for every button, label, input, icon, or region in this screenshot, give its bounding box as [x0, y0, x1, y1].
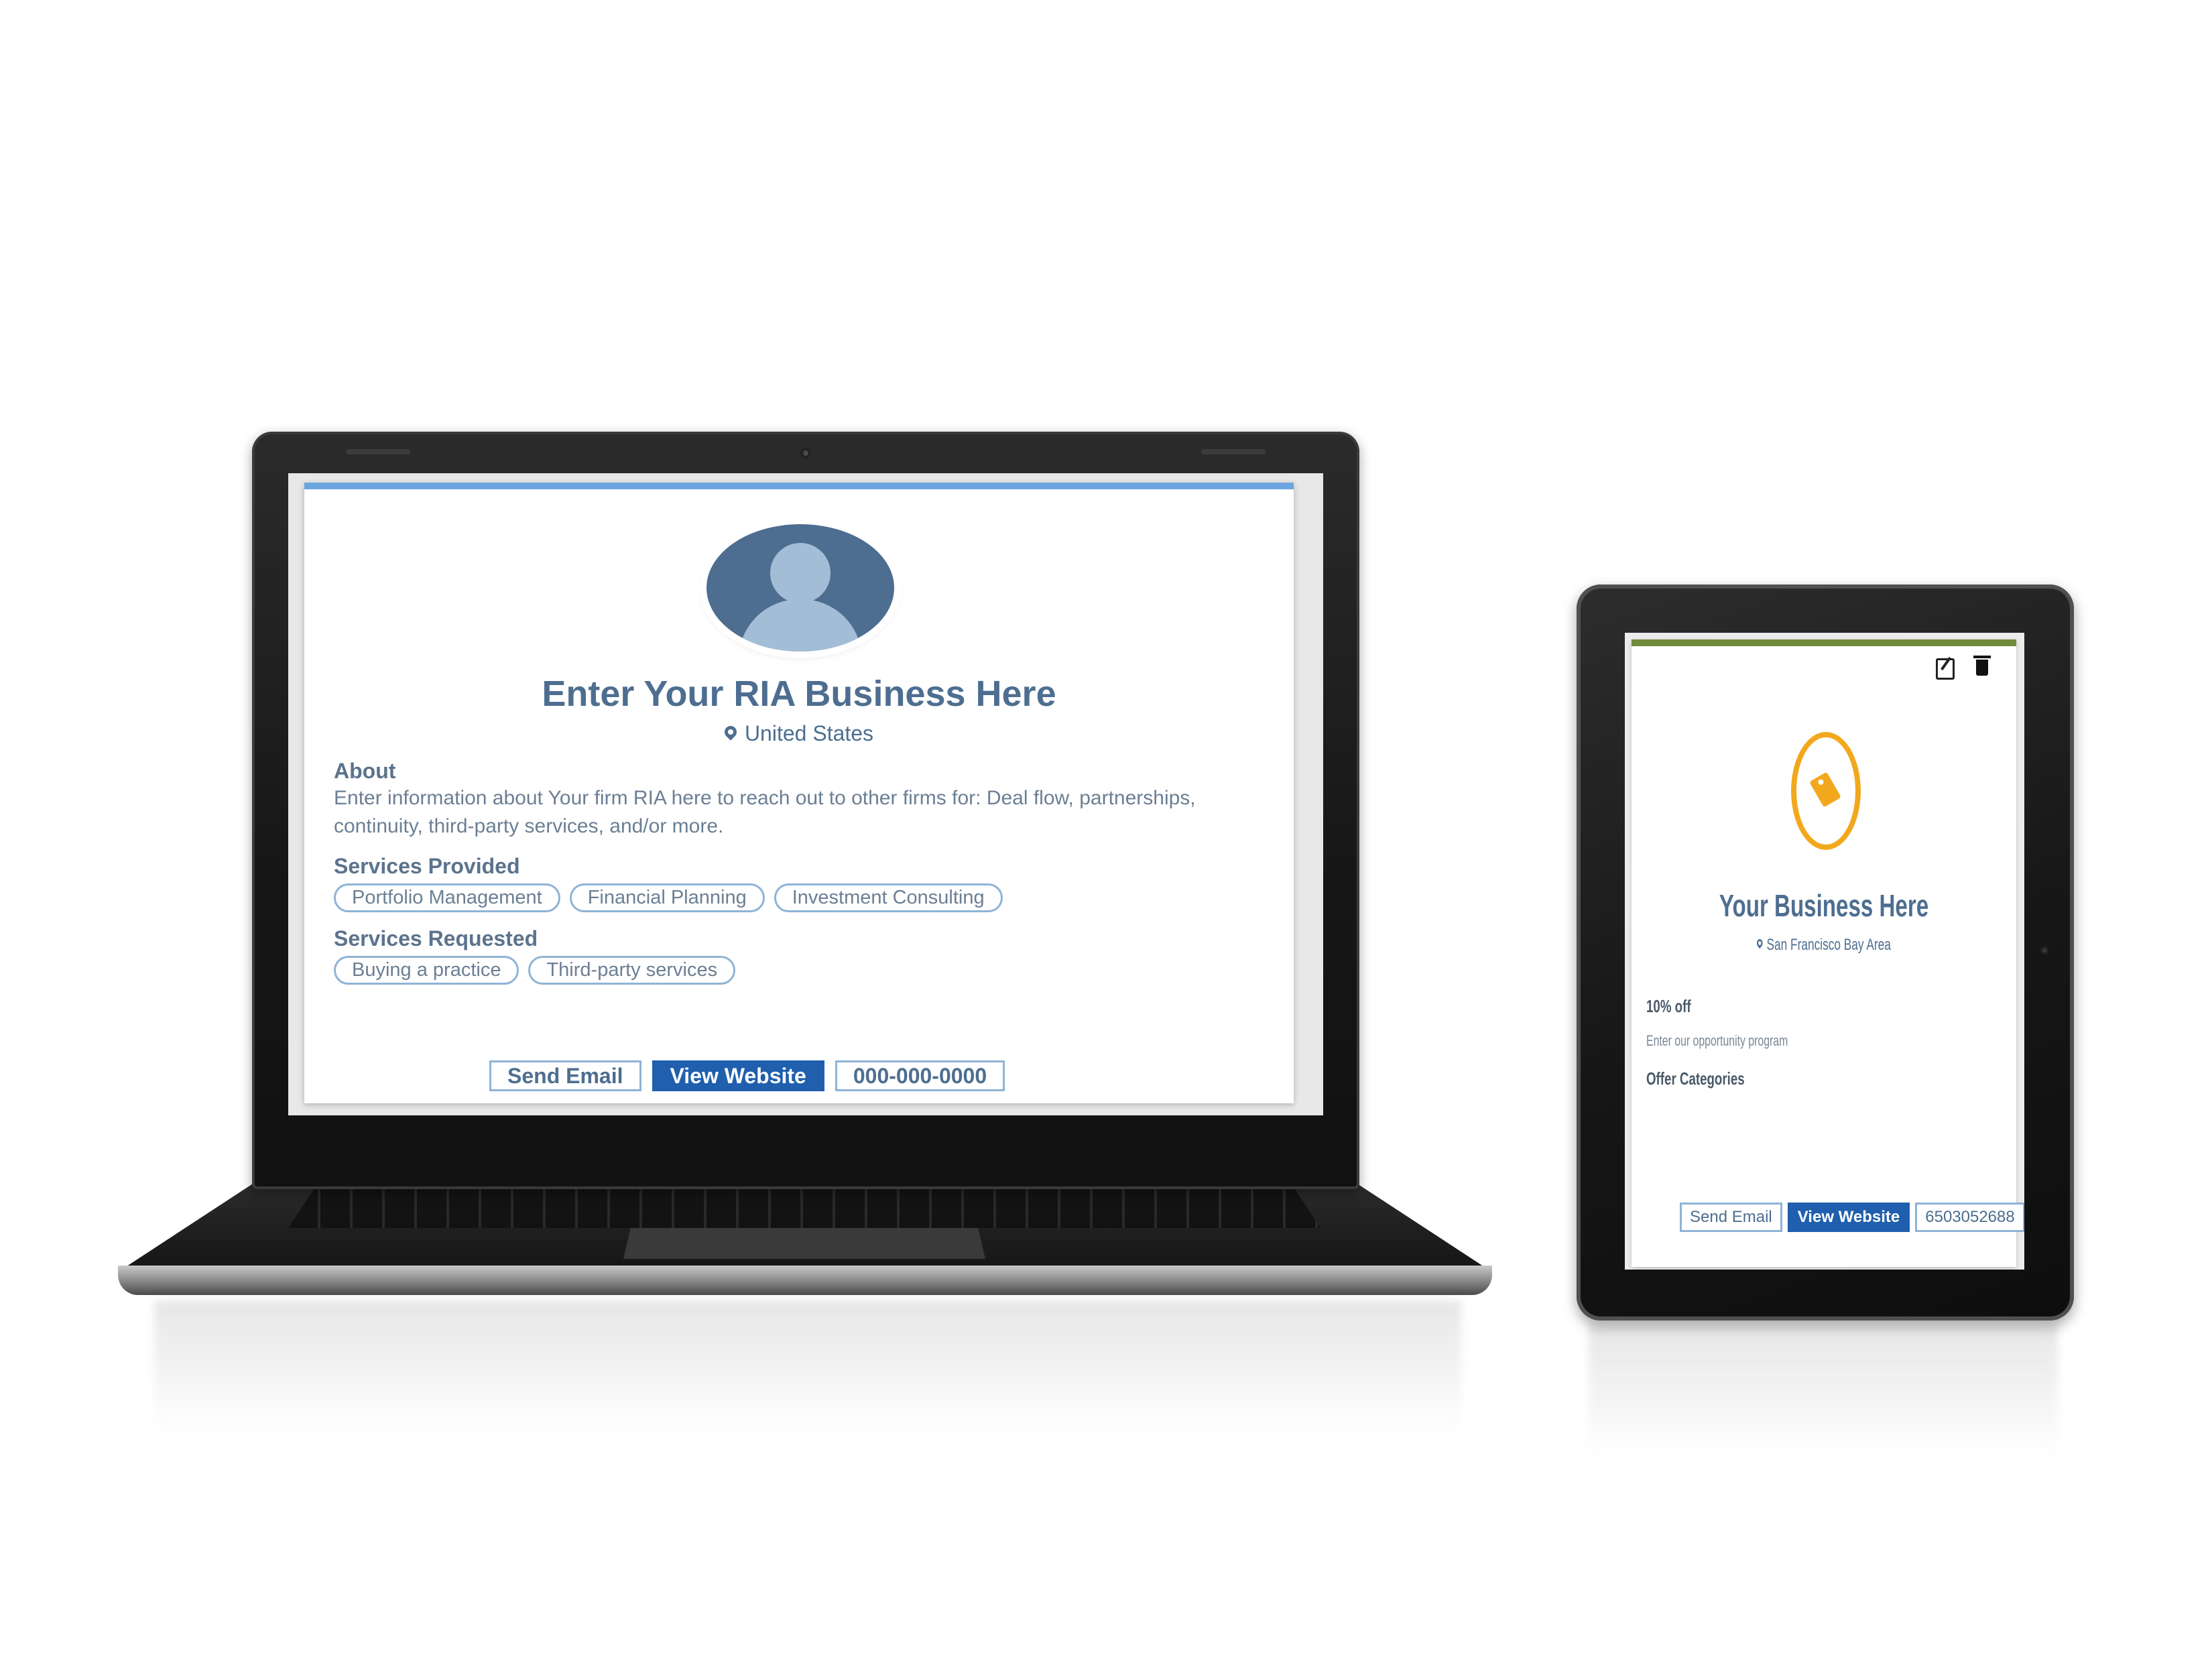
offer-business-title: Your Business Here: [1719, 888, 1929, 923]
price-tag-icon: [1809, 772, 1841, 808]
service-tag[interactable]: Portfolio Management: [334, 883, 560, 912]
offer-location-text: San Francisco Bay Area: [1766, 936, 1891, 954]
service-tag[interactable]: Buying a practice: [334, 956, 519, 985]
avatar-head: [770, 543, 831, 603]
service-tag[interactable]: Third-party services: [528, 956, 736, 985]
tablet-screen: Your Business Here San Francisco Bay Are…: [1625, 633, 2024, 1270]
offer-card: Your Business Here San Francisco Bay Are…: [1632, 639, 2024, 1267]
tablet-reflection: [1589, 1324, 2058, 1458]
phone-button[interactable]: 000-000-0000: [835, 1060, 1005, 1091]
business-title: Enter Your RIA Business Here: [542, 674, 1056, 714]
about-heading: About: [334, 759, 396, 783]
services-requested-tags: Buying a practice Third-party services: [334, 956, 736, 985]
services-requested-heading: Services Requested: [334, 926, 538, 950]
tablet-camera-icon: [2040, 946, 2048, 955]
laptop-trackpad: [623, 1228, 985, 1259]
service-tag[interactable]: Investment Consulting: [774, 883, 1003, 912]
services-provided-tags: Portfolio Management Financial Planning …: [334, 883, 1003, 912]
offer-badge: [1791, 732, 1861, 850]
map-pin-icon: [1756, 937, 1764, 949]
business-profile-card: Enter Your RIA Business Here United Stat…: [304, 483, 1294, 1103]
view-website-button[interactable]: View Website: [1787, 1203, 1910, 1232]
avatar-icon: [706, 524, 894, 652]
laptop-reflection: [154, 1300, 1461, 1434]
laptop-camera-icon: [800, 448, 811, 458]
offer-description: Enter our opportunity program: [1646, 1032, 1788, 1049]
contact-button-row: Send Email View Website 000-000-0000: [489, 1060, 1005, 1091]
about-text: Enter information about Your firm RIA he…: [334, 787, 1196, 837]
send-email-button[interactable]: Send Email: [1680, 1203, 1782, 1232]
laptop-speaker-right: [1201, 449, 1266, 454]
device-mockup-stage: Enter Your RIA Business Here United Stat…: [0, 0, 2212, 1659]
trash-icon[interactable]: [1973, 656, 1991, 676]
laptop-lid: Enter Your RIA Business Here United Stat…: [252, 432, 1359, 1189]
offer-discount: 10% off: [1646, 996, 1691, 1016]
location-text: United States: [744, 721, 874, 745]
offer-categories-heading: Offer Categories: [1646, 1068, 1745, 1089]
laptop-screen: Enter Your RIA Business Here United Stat…: [288, 473, 1323, 1115]
send-email-button[interactable]: Send Email: [489, 1060, 641, 1091]
business-location: United States: [304, 721, 1294, 746]
laptop-base-rim: [118, 1266, 1492, 1295]
service-tag[interactable]: Financial Planning: [569, 883, 765, 912]
edit-icon[interactable]: [1936, 658, 1955, 680]
laptop-speaker-left: [346, 449, 410, 454]
view-website-button[interactable]: View Website: [652, 1060, 824, 1091]
avatar-body: [739, 599, 862, 652]
map-pin-icon: [722, 723, 739, 741]
offer-button-row: Send Email View Website 6503052688: [1680, 1203, 2024, 1232]
tablet-device: Your Business Here San Francisco Bay Are…: [1577, 585, 2074, 1320]
phone-button[interactable]: 6503052688: [1915, 1203, 2024, 1232]
offer-location: San Francisco Bay Area: [1685, 936, 1962, 955]
services-provided-heading: Services Provided: [334, 854, 520, 878]
